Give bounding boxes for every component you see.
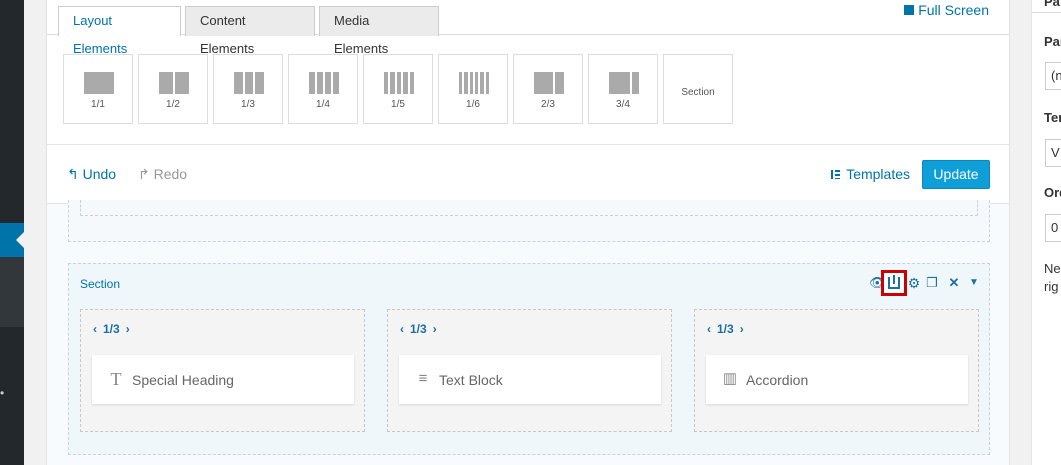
order-input[interactable]: 0	[1045, 214, 1061, 242]
previous-section	[68, 200, 990, 242]
column: ‹ 1/3 › T Special Heading	[80, 309, 365, 432]
element-special-heading[interactable]: T Special Heading	[92, 355, 354, 404]
divider	[1032, 12, 1061, 13]
layout-columns-icon	[84, 72, 114, 94]
layout-columns-icon	[159, 72, 189, 94]
heading-icon: T	[110, 369, 122, 389]
layout-1-2[interactable]: 1/2	[138, 54, 208, 124]
undo-icon: ↰	[67, 166, 79, 182]
redo-icon: ↱	[138, 166, 150, 182]
layout-columns-icon	[534, 72, 564, 94]
undo-button[interactable]: ↰ Undo	[67, 166, 116, 183]
chevron-left-icon[interactable]: ‹	[93, 322, 97, 336]
templates-label: Templates	[846, 166, 910, 182]
layout-1-4[interactable]: 1/4	[288, 54, 358, 124]
layout-label: 1/5	[391, 99, 405, 110]
layout-columns-icon	[309, 72, 339, 94]
tab-layout-elements[interactable]: Layout Elements	[58, 6, 181, 56]
page-attributes-panel: Pa Par (n Ter V Ord 0 Ne rig	[1031, 0, 1061, 465]
template-select[interactable]: V	[1045, 139, 1061, 167]
layout-label: 1/4	[316, 99, 330, 110]
layout-label: 1/1	[91, 99, 105, 110]
layout-label: 1/2	[166, 99, 180, 110]
layout-section[interactable]: Section	[663, 54, 733, 124]
section-title: Section	[80, 277, 121, 291]
column: ‹ 1/3 › ≡ Text Block	[387, 309, 672, 432]
layout-label: 1/3	[241, 99, 255, 110]
layout-columns-icon	[234, 72, 265, 94]
layout-1-1[interactable]: 1/1	[63, 54, 133, 124]
active-arrow-icon	[16, 232, 24, 248]
redo-button[interactable]: ↱ Redo	[138, 166, 187, 183]
full-screen-link[interactable]: Full Screen	[904, 2, 989, 18]
admin-bullet: •	[0, 386, 5, 400]
template-label: Ter	[1044, 110, 1061, 125]
chevron-right-icon[interactable]: ›	[433, 322, 437, 336]
column-size-nav: ‹ 1/3 ›	[707, 322, 744, 336]
layout-1-3[interactable]: 1/3	[213, 54, 283, 124]
parent-select[interactable]: (n	[1045, 62, 1061, 90]
layout-columns-icon	[384, 72, 415, 94]
section-container: Section 👁 ⚙ ❐ ✕ ▼ ‹ 1/3 › T Special Headin…	[68, 263, 990, 455]
layout-1-5[interactable]: 1/5	[363, 54, 433, 124]
column: ‹ 1/3 › ▥ Accordion	[694, 309, 979, 432]
update-button[interactable]: Update	[922, 160, 990, 189]
chevron-right-icon[interactable]: ›	[126, 322, 130, 336]
panel-heading: Pa	[1044, 0, 1060, 9]
layout-columns-icon	[459, 72, 489, 94]
layout-3-4[interactable]: 3/4	[588, 54, 658, 124]
full-screen-label: Full Screen	[918, 2, 989, 18]
list-icon	[831, 170, 841, 179]
element-accordion[interactable]: ▥ Accordion	[706, 355, 968, 404]
element-label: Special Heading	[132, 372, 234, 388]
close-icon[interactable]: ✕	[946, 274, 962, 292]
chevron-left-icon[interactable]: ‹	[400, 322, 404, 336]
column-size: 1/3	[410, 322, 427, 336]
layout-label: 1/6	[466, 99, 480, 110]
tab-media-elements[interactable]: Media Elements	[319, 6, 439, 56]
layout-label: 2/3	[541, 99, 555, 110]
column-size-nav: ‹ 1/3 ›	[93, 322, 130, 336]
admin-menu-active-item[interactable]	[0, 223, 24, 257]
builder-toolbar: ↰ Undo ↱ Redo Templates Update	[47, 145, 1009, 203]
column-size-nav: ‹ 1/3 ›	[400, 322, 437, 336]
layout-2-3[interactable]: 2/3	[513, 54, 583, 124]
element-label: Accordion	[746, 372, 809, 388]
full-screen-icon	[904, 5, 915, 15]
chevron-down-icon[interactable]: ▼	[966, 274, 982, 292]
order-label: Ord	[1044, 185, 1061, 200]
layout-columns-icon	[609, 72, 639, 94]
page-builder-panel: Layout Elements Content Elements Media E…	[46, 0, 1010, 465]
tab-content-elements[interactable]: Content Elements	[185, 6, 315, 56]
column-size: 1/3	[103, 322, 120, 336]
column-size: 1/3	[717, 322, 734, 336]
templates-button[interactable]: Templates	[831, 166, 910, 182]
admin-submenu	[0, 257, 24, 327]
parent-label: Par	[1044, 34, 1061, 49]
layout-1-6[interactable]: 1/6	[438, 54, 508, 124]
builder-canvas: Section 👁 ⚙ ❐ ✕ ▼ ‹ 1/3 › T Special Headin…	[47, 200, 1009, 465]
help-text-line1: Ne	[1044, 261, 1061, 276]
chevron-left-icon[interactable]: ‹	[707, 322, 711, 336]
layout-label: 3/4	[616, 99, 630, 110]
redo-label: Redo	[153, 166, 188, 182]
element-tabs: Layout Elements Content Elements Media E…	[47, 0, 1009, 56]
help-text-line2: rig	[1044, 279, 1059, 294]
text-block-icon: ≡	[418, 370, 428, 387]
admin-sidebar: •	[0, 0, 24, 465]
gear-icon[interactable]: ⚙	[906, 274, 922, 292]
section-controls: 👁 ⚙ ❐ ✕ ▼	[869, 270, 979, 296]
element-label: Text Block	[439, 372, 503, 388]
chevron-right-icon[interactable]: ›	[740, 322, 744, 336]
accordion-icon: ▥	[722, 370, 738, 387]
layout-label: Section	[681, 87, 715, 98]
copy-icon[interactable]: ❐	[924, 274, 940, 292]
previous-section-column	[80, 200, 978, 216]
save-template-icon[interactable]	[881, 270, 907, 296]
element-text-block[interactable]: ≡ Text Block	[399, 355, 661, 404]
undo-label: Undo	[82, 166, 117, 182]
